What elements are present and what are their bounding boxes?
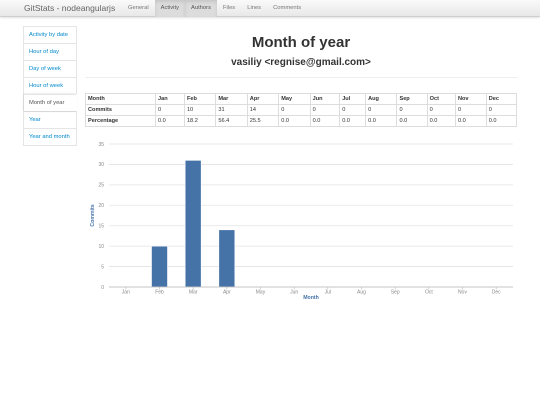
table-cell: 56.4: [215, 115, 248, 127]
table-header-cell: Sep: [396, 93, 428, 105]
y-tick-label: 30: [98, 162, 104, 168]
sidebar-item-month-of-year[interactable]: Month of year: [24, 94, 76, 111]
table-header-cell: Apr: [246, 93, 280, 105]
table-cell: 0.0: [155, 115, 185, 127]
table-cell: 0: [426, 104, 456, 116]
table-cell: 25.5: [246, 115, 280, 127]
nav-item-files[interactable]: Files: [217, 0, 241, 17]
sidebar-item-year-and-month[interactable]: Year and month: [24, 128, 76, 145]
chart-bars: [151, 160, 236, 288]
sidebar-item-day-of-week[interactable]: Day of week: [24, 60, 76, 77]
table-cell: 0.0: [485, 115, 518, 127]
table-cell: 0.0: [278, 115, 311, 127]
nav-item-general[interactable]: General: [122, 0, 155, 17]
top-navbar: GitStats - nodeangularjs General Activit…: [0, 0, 540, 17]
table-header-cell: Feb: [183, 93, 217, 105]
x-tick-label: Nov: [458, 290, 467, 296]
table-header-cell: Jan: [155, 93, 185, 105]
table-header-cell: Month: [85, 93, 156, 105]
commits-by-month-chart: 0 5 10 15 20 25 30 35 Jan Feb Mar Apr May Jun Jul Aug Se…: [85, 138, 517, 303]
table-cell: 0: [309, 104, 341, 116]
sidebar-item-year[interactable]: Year: [24, 111, 76, 128]
y-axis-title: Commits: [90, 204, 96, 226]
nav-item-comments[interactable]: Comments: [267, 0, 307, 17]
table-header-cell: Jul: [339, 93, 367, 105]
table-cell: 18.2: [183, 115, 217, 127]
table-cell: 0: [339, 104, 367, 116]
table-row-percentage: Percentage 0.0 18.2 56.4 25.5 0.0 0.0 0.…: [85, 115, 518, 127]
brand-title[interactable]: GitStats - nodeangularjs: [24, 3, 115, 13]
x-tick-label: Jun: [290, 290, 298, 296]
x-tick-label: Feb: [155, 290, 164, 296]
table-cell: 0.0: [396, 115, 428, 127]
table-row-commits: Commits 0 10 31 14 0 0 0 0 0 0 0 0: [85, 104, 518, 116]
table-header-cell: May: [278, 93, 311, 105]
chart-svg: 0 5 10 15 20 25 30 35 Jan Feb Mar Apr May Jun Jul Aug Se…: [90, 142, 513, 301]
bar-apr: [218, 229, 236, 288]
x-axis-title: Month: [303, 295, 319, 301]
bar-mar: [184, 160, 202, 288]
table-cell: 0: [485, 104, 518, 116]
table-header-cell: Oct: [426, 93, 456, 105]
x-tick-label: Mar: [189, 290, 198, 296]
author-subtitle: vasiliy <regnise@gmail.com>: [231, 57, 371, 68]
table-row-label: Commits: [85, 104, 156, 116]
table-header-cell: Mar: [215, 93, 248, 105]
table-header-cell: Jun: [309, 93, 341, 105]
sidebar-item-hour-of-week[interactable]: Hour of week: [24, 77, 76, 94]
bar-feb: [151, 245, 168, 288]
sidebar-nav: Activity by date Hour of day Day of week…: [23, 26, 77, 146]
table-cell: 0.0: [426, 115, 456, 127]
page-title: Month of year: [251, 34, 351, 51]
month-stats-table: Month Jan Feb Mar Apr May Jun Jul Aug Se…: [85, 93, 518, 127]
table-cell: 0.0: [309, 115, 341, 127]
y-tick-label: 15: [98, 224, 104, 230]
y-tick-label: 20: [98, 203, 104, 209]
table-cell: 0.0: [339, 115, 367, 127]
table-header-cell: Dec: [485, 93, 518, 105]
x-tick-label: Dec: [492, 290, 501, 296]
nav-item-activity[interactable]: Activity: [154, 0, 185, 17]
y-tick-label: 0: [101, 285, 104, 291]
chart-grid: [109, 143, 513, 288]
x-tick-label: Jan: [122, 290, 130, 296]
x-tick-label: Sep: [391, 290, 400, 296]
table-header-cell: Aug: [365, 93, 398, 105]
table-row-label: Percentage: [85, 115, 156, 127]
table-cell: 0: [365, 104, 398, 116]
table-cell: 0.0: [454, 115, 487, 127]
x-tick-label: Apr: [223, 290, 231, 296]
table-cell: 14: [246, 104, 280, 116]
table-cell: 0: [396, 104, 428, 116]
nav-item-lines[interactable]: Lines: [241, 0, 267, 17]
nav-item-authors[interactable]: Authors: [184, 0, 217, 17]
y-tick-label: 35: [98, 142, 104, 148]
table-cell: 0: [155, 104, 185, 116]
table-cell: 10: [183, 104, 217, 116]
x-tick-label: Jul: [325, 290, 331, 296]
x-tick-label: May: [256, 290, 266, 296]
table-header-cell: Nov: [454, 93, 487, 105]
y-tick-label: 25: [98, 183, 104, 189]
sidebar-item-activity-by-date[interactable]: Activity by date: [24, 26, 76, 43]
y-tick-label: 10: [98, 244, 104, 250]
top-nav: General Activity Authors Files Lines Com…: [122, 0, 307, 17]
y-tick-label: 5: [101, 264, 104, 270]
sidebar-item-hour-of-day[interactable]: Hour of day: [24, 43, 76, 60]
table-cell: 0: [278, 104, 311, 116]
divider: [85, 77, 517, 78]
x-tick-label: Aug: [357, 290, 366, 296]
x-tick-label: Oct: [425, 290, 433, 296]
table-cell: 31: [215, 104, 248, 116]
table-cell: 0: [454, 104, 487, 116]
table-cell: 0.0: [365, 115, 398, 127]
table-header-row: Month Jan Feb Mar Apr May Jun Jul Aug Se…: [85, 93, 518, 105]
